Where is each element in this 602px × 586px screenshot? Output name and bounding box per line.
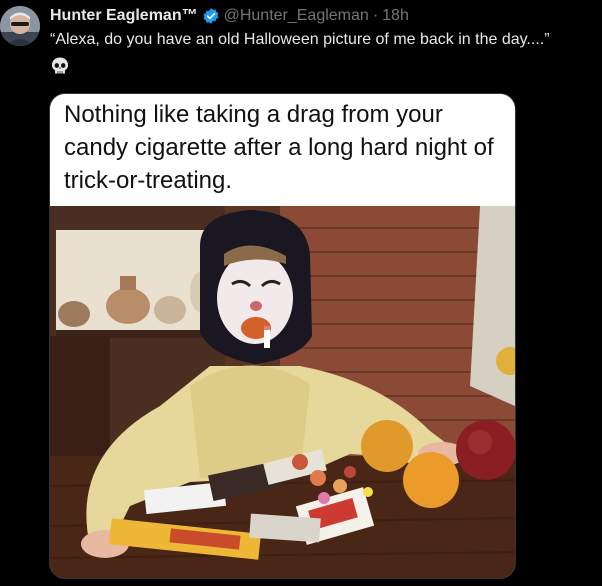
skull-emoji-icon xyxy=(50,56,70,76)
halloween-photo[interactable] xyxy=(50,206,515,578)
author-handle[interactable]: @Hunter_Eagleman xyxy=(224,7,369,25)
avatar-image xyxy=(0,6,40,46)
separator-dot: · xyxy=(372,7,379,24)
tweet-timestamp[interactable]: 18h xyxy=(382,7,409,25)
tweet-text: “Alexa, do you have an old Halloween pic… xyxy=(50,31,550,48)
media-card[interactable]: Nothing like taking a drag from your can… xyxy=(49,93,516,579)
meme-caption: Nothing like taking a drag from your can… xyxy=(64,101,494,194)
photo-illustration xyxy=(50,206,515,578)
avatar[interactable] xyxy=(0,6,40,46)
verified-badge-icon xyxy=(202,7,220,25)
tweet-header: Hunter Eagleman™ @Hunter_Eagleman · 18h xyxy=(50,4,409,28)
author-name[interactable]: Hunter Eagleman™ xyxy=(50,7,198,25)
tweet[interactable]: Hunter Eagleman™ @Hunter_Eagleman · 18h … xyxy=(0,0,602,586)
